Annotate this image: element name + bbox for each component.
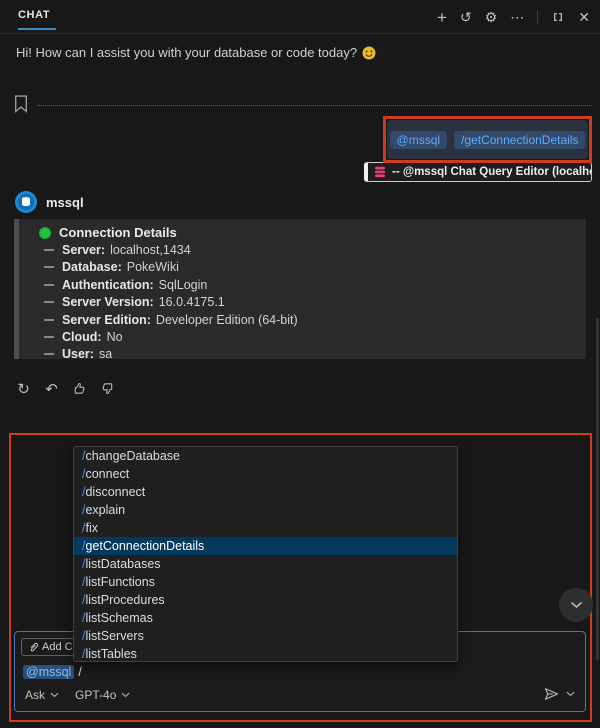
titlebar-divider (537, 10, 539, 24)
retry-icon[interactable]: ↶ (42, 379, 61, 398)
titlebar-actions: + ↺ ⚙ ⋯ ✕ (437, 0, 590, 34)
connection-details-header: Connection Details (14, 224, 586, 241)
input-controls: Ask GPT-4o (25, 688, 130, 702)
connection-row-database: Database: PokeWiki (14, 259, 586, 276)
mention-chip: @mssql (23, 665, 75, 679)
panel-scrollbar[interactable] (596, 318, 599, 660)
more-actions-icon[interactable]: ⋯ (510, 10, 524, 24)
dash-bullet (44, 353, 54, 356)
dash-bullet (44, 249, 54, 252)
command-option-changeDatabase[interactable]: /changeDatabase (74, 447, 457, 465)
connection-row-server: Server: localhost,1434 (14, 241, 586, 258)
send-controls (543, 686, 575, 702)
send-options-chevron-icon[interactable] (566, 691, 575, 697)
command-option-listProcedures[interactable]: /listProcedures (74, 591, 457, 609)
connection-row-cloud: Cloud: No (14, 328, 586, 345)
dash-bullet (44, 283, 54, 286)
dash-bullet (44, 318, 54, 321)
annotation-box-user-message (383, 116, 592, 163)
mode-picker[interactable]: Ask (25, 688, 59, 702)
connected-status-icon (39, 226, 51, 239)
assistant-greeting: Hi! How can I assist you with your datab… (16, 45, 376, 60)
thumbs-up-icon[interactable] (70, 379, 89, 398)
regenerate-icon[interactable]: ↻ (14, 379, 33, 398)
command-option-listTables[interactable]: /listTables (74, 645, 457, 661)
tooltip-text: -- @mssql Chat Query Editor (localhost,1 (392, 166, 591, 178)
active-tab-indicator (18, 28, 56, 30)
command-option-listSchemas[interactable]: /listSchemas (74, 609, 457, 627)
mssql-avatar (14, 190, 38, 214)
model-picker[interactable]: GPT-4o (75, 688, 130, 702)
command-option-fix[interactable]: /fix (74, 519, 457, 537)
maximize-icon[interactable] (551, 10, 565, 24)
checkpoint-separator (38, 105, 592, 106)
close-icon[interactable]: ✕ (578, 10, 590, 24)
connection-row-server-edition: Server Edition: Developer Edition (64-bi… (14, 311, 586, 328)
command-option-listFunctions[interactable]: /listFunctions (74, 573, 457, 591)
chevron-down-icon (121, 692, 130, 698)
command-option-getConnectionDetails[interactable]: /getConnectionDetails (74, 537, 457, 555)
dash-bullet (44, 266, 54, 269)
add-context-button[interactable]: Add C (21, 638, 80, 656)
command-option-connect[interactable]: /connect (74, 465, 457, 483)
command-option-disconnect[interactable]: /disconnect (74, 483, 457, 501)
settings-gear-icon[interactable]: ⚙ (485, 10, 498, 24)
assistant-name: mssql (46, 195, 84, 210)
dash-bullet (44, 301, 54, 304)
scroll-to-bottom-button[interactable] (559, 588, 593, 622)
add-context-label: Add C (42, 641, 73, 653)
connection-row-authentication: Authentication: SqlLogin (14, 276, 586, 293)
paperclip-icon (28, 641, 38, 653)
typed-slash: / (78, 665, 82, 679)
dash-bullet (44, 336, 54, 339)
new-chat-icon[interactable]: + (437, 9, 447, 26)
send-icon[interactable] (543, 686, 560, 702)
slash-command-dropdown: /changeDatabase /connect /disconnect /ex… (73, 446, 458, 662)
history-icon[interactable]: ↺ (460, 10, 472, 24)
connection-details-block: Connection Details Server: localhost,143… (14, 219, 586, 361)
greeting-text: Hi! How can I assist you with your datab… (16, 45, 358, 60)
query-editor-tooltip: -- @mssql Chat Query Editor (localhost,1 (364, 162, 592, 182)
connection-row-user: User: sa (14, 346, 586, 363)
database-icon (374, 166, 386, 178)
response-action-toolbar: ↻ ↶ (14, 379, 117, 398)
input-text[interactable]: @mssql / (23, 665, 82, 679)
connection-row-server-version: Server Version: 16.0.4175.1 (14, 294, 586, 311)
command-option-explain[interactable]: /explain (74, 501, 457, 519)
tab-chat[interactable]: CHAT (18, 9, 50, 21)
smiley-emoji-icon (362, 46, 376, 60)
command-option-listDatabases[interactable]: /listDatabases (74, 555, 457, 573)
chevron-down-icon (50, 692, 59, 698)
chat-panel: CHAT + ↺ ⚙ ⋯ ✕ Hi! How can I assist you … (0, 0, 600, 728)
thumbs-down-icon[interactable] (98, 379, 117, 398)
command-option-listServers[interactable]: /listServers (74, 627, 457, 645)
bookmark-icon (14, 95, 28, 113)
